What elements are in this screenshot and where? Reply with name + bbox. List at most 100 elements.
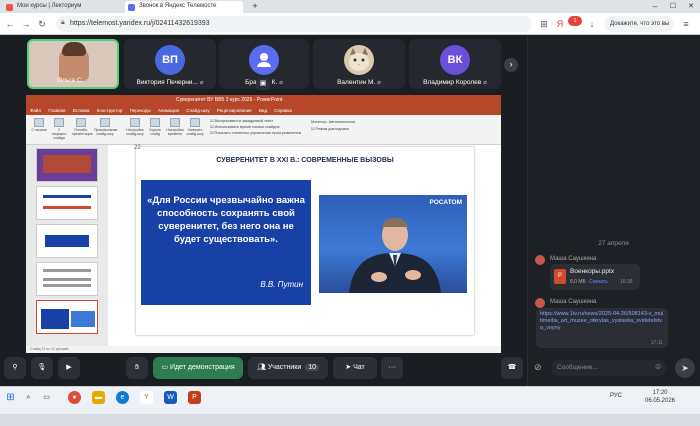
message-input[interactable]: Сообщение... bbox=[551, 360, 666, 376]
screen-share: Суверенитет ВУ ВВ5 3 курс 2025 - PowerPo… bbox=[26, 95, 501, 353]
participants-label: Участники bbox=[267, 364, 302, 371]
forward-icon[interactable]: → bbox=[20, 18, 32, 30]
back-icon[interactable]: ← bbox=[4, 18, 16, 30]
avatar: ВП bbox=[155, 45, 185, 75]
download-icon[interactable]: ↓ bbox=[586, 18, 598, 30]
folder-icon[interactable]: ▬ bbox=[92, 391, 105, 404]
lectorium-icon bbox=[6, 4, 13, 11]
avatar bbox=[535, 255, 545, 265]
tab-label: Мои курсы | Лекториум bbox=[17, 3, 82, 9]
more-button[interactable]: ··· bbox=[381, 357, 403, 379]
ppt-menu: Файл Главная Вставка Конструктор Переход… bbox=[26, 106, 501, 115]
extension-icon[interactable]: ⊞ bbox=[538, 18, 550, 30]
url-text: https://telemost.yandex.ru/j/02411432619… bbox=[70, 20, 210, 27]
mic-off-icon: ⌀ bbox=[377, 80, 381, 86]
message-link[interactable]: https://www.1tv.ru/news/2025-04-26/50814… bbox=[540, 311, 664, 340]
ribbon-button: Настройка слайд-шоу bbox=[126, 118, 144, 140]
slide-thumbnail bbox=[36, 262, 98, 296]
participant-tile[interactable]: ВК Владимир Королев ⌀ bbox=[409, 39, 501, 89]
menu-icon[interactable]: ≡ bbox=[680, 18, 692, 30]
yandex-icon[interactable]: Я bbox=[554, 18, 566, 30]
emoji-icon[interactable]: ☺ bbox=[654, 362, 662, 371]
slide: 22 СУВЕРЕНИТЕТ В XXI В.: СОВРЕМЕННЫЕ ВЫЗ… bbox=[134, 145, 474, 335]
phone-icon: ☎ bbox=[507, 364, 517, 371]
reload-icon[interactable]: ↻ bbox=[36, 18, 48, 30]
quote-author: В.В. Путин bbox=[260, 280, 303, 289]
message-sender: Маша Саушкина bbox=[550, 256, 597, 262]
ribbon-button: С текущего слайда bbox=[50, 118, 68, 140]
link-button[interactable]: ⚲ bbox=[4, 357, 26, 379]
ribbon-button: Произвольная слайд-шоу bbox=[94, 118, 117, 140]
ppt-ribbon: С начала С текущего слайда Онлайн-презен… bbox=[26, 115, 501, 145]
avatar: ВК bbox=[440, 45, 470, 75]
link-message[interactable]: https://www.1tv.ru/news/2025-04-26/50814… bbox=[536, 308, 668, 348]
edge-icon[interactable]: e bbox=[116, 391, 129, 404]
slide-thumbnail bbox=[36, 186, 98, 220]
pptx-file-icon: P bbox=[554, 269, 566, 284]
participant-tile[interactable]: Ольга С. ⌀ bbox=[27, 39, 119, 89]
people-icon: 👥︎ bbox=[256, 364, 266, 371]
word-icon[interactable]: W bbox=[164, 391, 177, 404]
camera-icon[interactable]: ▣ bbox=[256, 78, 270, 90]
chat-button[interactable]: ➤ Чат bbox=[333, 357, 377, 379]
powerpoint-icon[interactable]: P bbox=[188, 391, 201, 404]
user-icon bbox=[249, 45, 279, 75]
minimize-button[interactable]: – bbox=[646, 0, 664, 13]
browser-tab-bar: Мои курсы | Лекториум Звонок в Яндекс Те… bbox=[0, 0, 700, 13]
search-icon[interactable]: ⌕ bbox=[22, 391, 35, 404]
monitor-settings: Монитор: Автоматически ☑ Режим докладчик… bbox=[311, 120, 356, 131]
clock-time: 17:20 bbox=[652, 390, 668, 396]
participants-button[interactable]: 👥︎ Участники 10 bbox=[248, 357, 328, 379]
camera-button[interactable]: ▶ bbox=[58, 357, 80, 379]
hand-icon: ✋︎ bbox=[135, 364, 139, 371]
chat-date-separator: 27 апреля bbox=[598, 240, 629, 247]
address-bar-row: ← → ↻ 🔒︎ https://telemost.yandex.ru/j/02… bbox=[0, 13, 700, 35]
hangup-button[interactable]: ☎ bbox=[501, 357, 523, 379]
file-size: 8,0 МБ bbox=[570, 279, 586, 285]
start-icon[interactable]: ⊞ bbox=[4, 391, 17, 404]
next-participants-button[interactable]: › bbox=[504, 58, 518, 72]
message-time: 16:38 bbox=[620, 279, 633, 285]
quote-text: «Для России чрезвычайно важна способност… bbox=[147, 195, 305, 245]
mic-button[interactable]: 🎙︎ bbox=[31, 357, 53, 379]
task-view-icon[interactable]: ▭ bbox=[40, 391, 53, 404]
quote-box: «Для России чрезвычайно важна способност… bbox=[141, 180, 311, 305]
new-tab-button[interactable]: + bbox=[246, 0, 264, 13]
tab-label: Звонок в Яндекс Телемосте bbox=[139, 3, 217, 9]
language-indicator[interactable]: РУС bbox=[610, 393, 622, 399]
tab-lectorium[interactable]: Мои курсы | Лекториум bbox=[3, 1, 121, 13]
chat-icon: ➤ bbox=[345, 364, 352, 371]
chrome-icon[interactable]: ● bbox=[68, 391, 81, 404]
participant-name: Владимир Королев bbox=[423, 79, 482, 86]
ppt-titlebar: Суверенитет ВУ ВВ5 3 курс 2025 - PowerPo… bbox=[26, 95, 501, 106]
mic-off-icon: ⌀ bbox=[483, 80, 487, 86]
maximize-button[interactable]: ☐ bbox=[664, 0, 682, 13]
yandex-browser-icon[interactable]: Y bbox=[140, 391, 153, 404]
attach-icon[interactable]: ⊘ bbox=[534, 362, 542, 373]
slide-thumbnail bbox=[36, 224, 98, 258]
mic-off-icon: ⌀ bbox=[279, 80, 283, 86]
tab-telemost[interactable]: Звонок в Яндекс Телемосте bbox=[125, 1, 243, 13]
ribbon-button: С начала bbox=[30, 118, 48, 140]
slide-thumbnails bbox=[26, 145, 108, 346]
participant-name: Валентин М. bbox=[337, 79, 376, 86]
download-link[interactable]: Скачать bbox=[589, 279, 608, 285]
url-input[interactable]: 🔒︎ https://telemost.yandex.ru/j/02411432… bbox=[56, 16, 532, 32]
slide-thumbnail-selected bbox=[36, 300, 98, 334]
file-message[interactable]: P Военкоры.pptx 8,0 МБ Скачать 16:38 bbox=[550, 264, 640, 290]
participant-tile[interactable]: ВП Виктория Печерни... ⌀ bbox=[124, 39, 216, 89]
participant-name: Виктория Печерни... bbox=[136, 79, 198, 86]
clock[interactable]: 17:20 06.05.2026 bbox=[640, 389, 680, 405]
message-sender: Маша Саушкина bbox=[550, 299, 597, 305]
search-field[interactable]: Докажите, что это вы bbox=[604, 16, 674, 32]
screen-share-label: Идет демонстрация bbox=[169, 364, 235, 371]
screen-share-button[interactable]: ▭ Идет демонстрация bbox=[153, 357, 243, 379]
close-button[interactable]: ✕ bbox=[682, 0, 700, 13]
send-button[interactable]: ➤ bbox=[675, 358, 695, 378]
participant-tile[interactable]: Валентин М. ⌀ bbox=[313, 39, 405, 89]
participant-hair bbox=[62, 42, 86, 56]
raise-hand-button[interactable]: ✋︎ bbox=[126, 357, 148, 379]
participants-count: 10 bbox=[305, 364, 320, 371]
file-name: Военкоры.pptx bbox=[570, 268, 615, 275]
link-icon: ⚲ bbox=[12, 364, 18, 371]
